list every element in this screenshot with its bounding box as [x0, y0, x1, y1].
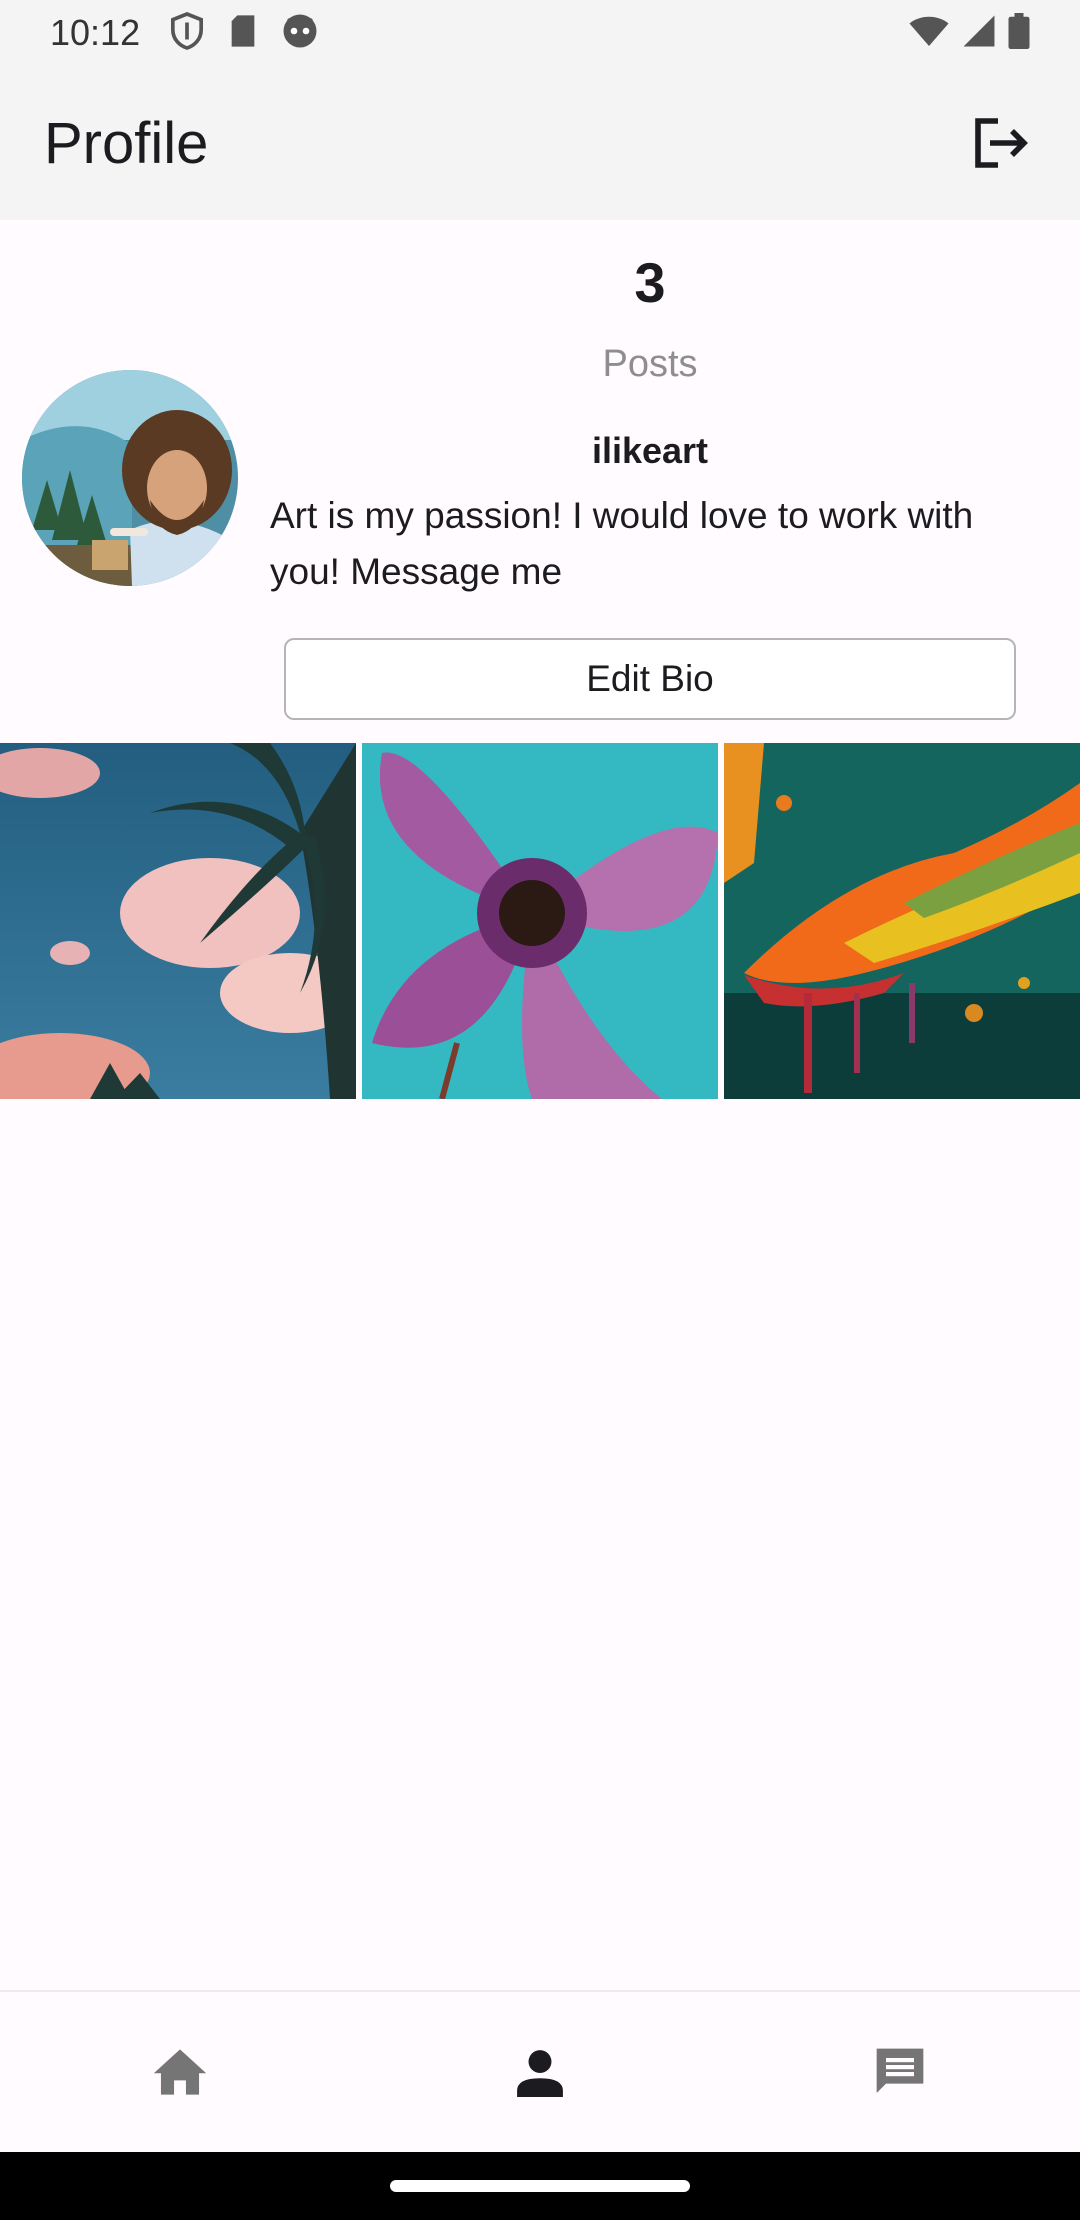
home-icon	[153, 2049, 207, 2095]
status-icons-left	[170, 11, 318, 55]
home-gesture-handle[interactable]	[390, 2180, 690, 2192]
status-bar: 10:12	[0, 0, 1080, 66]
edit-bio-button[interactable]: Edit Bio	[284, 638, 1016, 720]
post-thumbnail-paint-splash[interactable]	[724, 743, 1080, 1099]
post-thumbnail-palm-trees[interactable]	[0, 743, 356, 1099]
status-time: 10:12	[50, 12, 141, 53]
posts-label: Posts	[602, 343, 698, 385]
username: ilikeart	[591, 430, 709, 471]
posts-grid	[0, 743, 1080, 1099]
nav-home[interactable]	[120, 2012, 240, 2132]
avatar[interactable]	[22, 370, 238, 586]
shield-icon	[170, 11, 204, 55]
status-icons-right	[908, 12, 1030, 54]
signal-icon	[962, 14, 996, 53]
wifi-icon	[908, 14, 950, 53]
logout-button[interactable]	[966, 108, 1036, 178]
person-icon	[517, 2050, 563, 2097]
posts-count: 3	[634, 251, 666, 314]
nav-profile[interactable]	[480, 2012, 600, 2132]
robot-icon	[282, 13, 318, 54]
page-title: Profile	[44, 110, 209, 176]
nav-messages[interactable]	[840, 2012, 960, 2132]
chat-icon	[876, 2048, 924, 2093]
post-thumbnail-flower[interactable]	[362, 743, 718, 1099]
app-bar: Profile	[0, 66, 1080, 220]
logout-icon	[975, 118, 1028, 168]
sd-card-icon	[228, 14, 258, 53]
bottom-nav	[0, 1990, 1080, 2152]
battery-icon	[1008, 12, 1030, 54]
bio-text: Art is my passion! I would love to work …	[270, 495, 974, 592]
